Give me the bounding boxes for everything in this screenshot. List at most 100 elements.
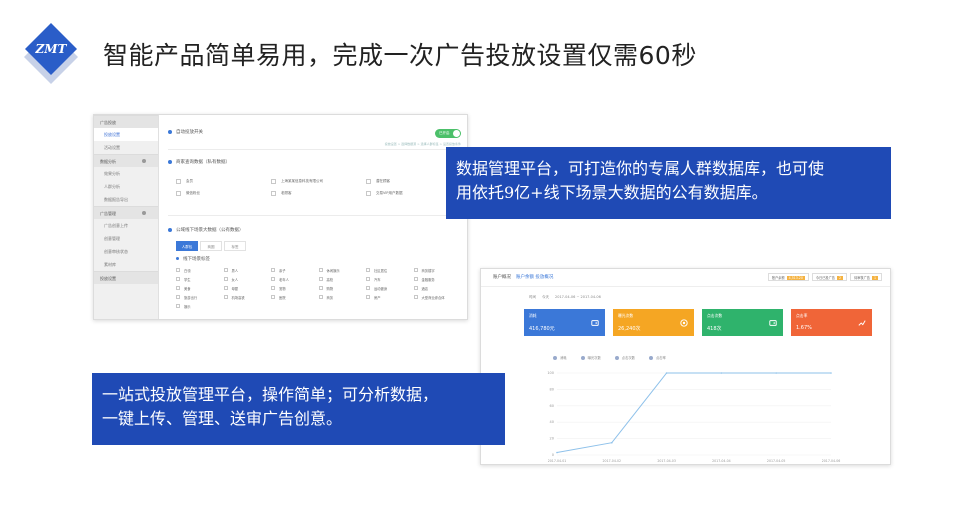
sidebar-item[interactable]: 广告创意上传 — [94, 219, 158, 232]
checkbox-option[interactable]: 宠物 — [271, 284, 319, 292]
checkbox-icon[interactable] — [318, 268, 323, 272]
date-filter[interactable]: 时间 今天 2017-04-06 ~ 2017-04-06 — [529, 295, 607, 300]
checkbox-icon[interactable] — [176, 190, 181, 196]
checkbox-option[interactable]: 白领 — [176, 266, 224, 274]
checkbox-option[interactable]: 机场高铁 — [223, 293, 272, 301]
checkbox-icon[interactable] — [366, 277, 370, 281]
sidebar-item[interactable]: 人群分析 — [94, 180, 158, 193]
checkbox-icon[interactable] — [176, 295, 180, 299]
checkbox-icon[interactable] — [413, 295, 418, 299]
checkbox-icon[interactable] — [413, 268, 418, 272]
checkbox-icon[interactable] — [413, 286, 418, 290]
checkbox-icon[interactable] — [223, 277, 228, 281]
checkbox-icon[interactable] — [318, 277, 323, 281]
legend-entry[interactable]: 消耗 — [553, 355, 567, 360]
checkbox-icon[interactable] — [176, 286, 180, 290]
checkbox-icon[interactable] — [223, 268, 228, 272]
checkbox-icon[interactable] — [366, 268, 370, 272]
legend-entry[interactable]: 点击次数 — [614, 355, 635, 360]
checkbox-option[interactable]: 房产 — [366, 293, 414, 301]
checkbox-icon[interactable] — [271, 286, 275, 290]
sidebar-item[interactable]: 创意审核状态 — [94, 245, 158, 258]
account-badge[interactable]: 今日已投广告 2 — [811, 273, 848, 281]
legend-entry[interactable]: 点击率 — [648, 355, 666, 360]
checkbox-icon[interactable] — [176, 268, 180, 272]
checkbox-option[interactable]: 旅游出行 — [176, 293, 224, 301]
checkbox-option[interactable]: 高校 — [318, 275, 367, 283]
checkbox-icon[interactable] — [413, 277, 418, 281]
metric-card[interactable]: 曝光次数 26,240次 — [613, 309, 694, 336]
filter-item[interactable]: 2017-04-06 ~ 2017-04-06 — [555, 295, 601, 299]
auto-delivery-toggle[interactable]: 已开启 — [435, 129, 461, 138]
sidebar-group[interactable]: 数据分析 — [94, 154, 158, 167]
checkbox-option[interactable]: 商务楼宇 — [413, 266, 462, 274]
checkbox-option[interactable]: 老年人 — [271, 275, 319, 283]
checkbox-option[interactable]: 酒店 — [413, 284, 462, 292]
checkbox-option[interactable]: 娱乐 — [176, 302, 224, 310]
tab-1[interactable]: 商圈 — [200, 241, 222, 251]
radio-icon[interactable] — [176, 257, 179, 260]
checkbox-option[interactable]: 会员 — [176, 177, 271, 185]
checkbox-option[interactable]: 休闲娱乐 — [318, 266, 367, 274]
checkbox-icon[interactable] — [271, 277, 275, 281]
sidebar-item[interactable]: 活动设置 — [94, 141, 158, 154]
data-point[interactable] — [556, 451, 558, 454]
checkbox-option[interactable]: 美食 — [176, 284, 224, 292]
account-badge[interactable]: 账户余额 4,513.20 — [767, 273, 809, 281]
checkbox-option[interactable]: 微信粉丝 — [176, 189, 271, 197]
checkbox-icon[interactable] — [318, 295, 323, 299]
checkbox-icon[interactable] — [366, 295, 370, 299]
checkbox-option[interactable]: 学生 — [176, 275, 224, 283]
data-point[interactable] — [665, 372, 668, 374]
sidebar-item[interactable]: 素材库 — [94, 258, 158, 271]
checkbox-option[interactable]: 社区居住 — [366, 266, 414, 274]
metric-card[interactable]: 消耗 416,780元 — [524, 309, 605, 336]
tab-2[interactable]: 标签 — [224, 241, 246, 251]
data-point[interactable] — [830, 372, 832, 374]
checkbox-option[interactable]: 上海某某信息科技有限公司 — [271, 177, 366, 185]
checkbox-icon[interactable] — [176, 178, 181, 184]
checkbox-option[interactable]: 医院 — [271, 293, 319, 301]
sidebar-group[interactable]: 广告投放 — [94, 115, 158, 128]
tab-0[interactable]: 人群包 — [176, 241, 198, 251]
filter-item[interactable]: 今天 — [542, 295, 549, 299]
sidebar-item[interactable]: 效果分析 — [94, 167, 158, 180]
checkbox-option[interactable]: 女人 — [223, 275, 272, 283]
checkbox-icon[interactable] — [366, 178, 371, 184]
checkbox-option[interactable]: 汽车 — [366, 275, 414, 283]
checkbox-icon[interactable] — [176, 277, 180, 281]
checkbox-icon[interactable] — [271, 295, 275, 299]
sidebar-item[interactable]: 创意管理 — [94, 232, 158, 245]
checkbox-option[interactable]: 金融服务 — [413, 275, 462, 283]
checkbox-icon[interactable] — [366, 286, 370, 290]
data-point[interactable] — [720, 372, 723, 374]
legend-dot-icon — [614, 355, 619, 360]
checkbox-icon[interactable] — [271, 190, 276, 196]
sidebar-item[interactable]: 数据报告导出 — [94, 193, 158, 206]
checkbox-icon[interactable] — [271, 268, 275, 272]
checkbox-option[interactable]: 男人 — [223, 266, 272, 274]
checkbox-option[interactable]: 商务 — [318, 293, 367, 301]
checkbox-option[interactable]: 运动健身 — [366, 284, 414, 292]
checkbox-icon[interactable] — [223, 295, 228, 299]
checkbox-option[interactable]: 老顾客 — [271, 189, 366, 197]
checkbox-icon[interactable] — [271, 178, 276, 184]
dashboard-subtitle[interactable]: 账户余额 投放概况 — [516, 275, 553, 280]
sidebar-group[interactable]: 广告管理 — [94, 206, 158, 219]
data-point[interactable] — [611, 441, 613, 444]
legend-entry[interactable]: 曝光次数 — [580, 355, 601, 360]
checkbox-option[interactable]: 母婴 — [223, 284, 272, 292]
sidebar-group[interactable]: 投放设置 — [94, 271, 158, 284]
checkbox-icon[interactable] — [176, 304, 180, 308]
checkbox-option[interactable]: 大型商业综合体 — [413, 293, 462, 301]
checkbox-option[interactable]: 亲子 — [271, 266, 319, 274]
checkbox-icon[interactable] — [366, 190, 371, 196]
metric-card[interactable]: 点击率 1.67% — [791, 309, 872, 336]
checkbox-icon[interactable] — [223, 286, 228, 290]
metric-card[interactable]: 点击次数 418次 — [702, 309, 783, 336]
account-badge[interactable]: 待审核广告 1 — [850, 273, 882, 281]
checkbox-option[interactable]: 购物 — [318, 284, 367, 292]
checkbox-icon[interactable] — [318, 286, 323, 290]
sidebar-item[interactable]: 投放设置 — [94, 128, 158, 141]
data-point[interactable] — [775, 372, 777, 374]
